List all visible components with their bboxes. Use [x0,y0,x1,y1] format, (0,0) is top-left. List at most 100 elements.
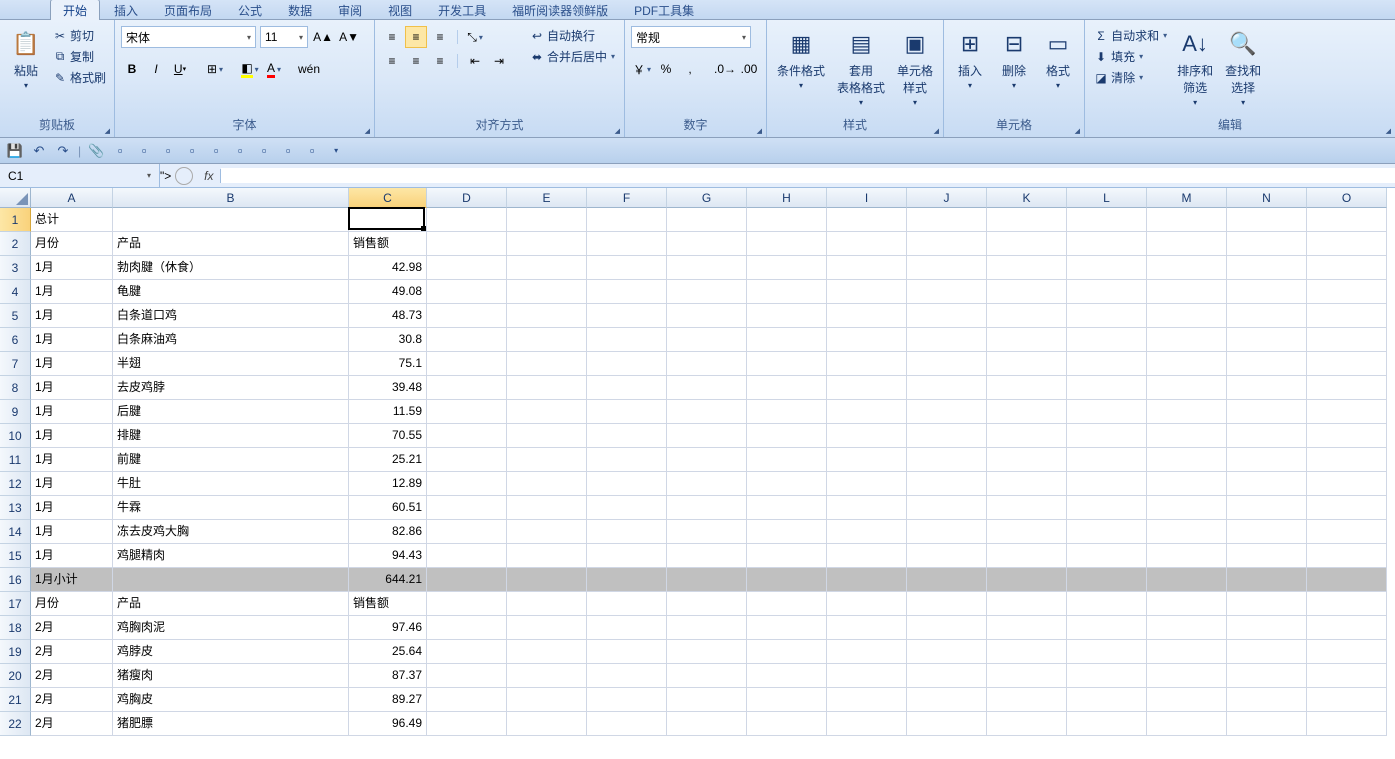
cell-K13[interactable] [987,496,1067,520]
cell-E11[interactable] [507,448,587,472]
cell-D5[interactable] [427,304,507,328]
cell-M22[interactable] [1147,712,1227,736]
qat-btn-7[interactable]: ▫ [279,142,297,160]
cell-D4[interactable] [427,280,507,304]
cell-B11[interactable]: 前腱 [113,448,349,472]
cell-M12[interactable] [1147,472,1227,496]
cell-B13[interactable]: 牛霖 [113,496,349,520]
cell-I11[interactable] [827,448,907,472]
cell-D19[interactable] [427,640,507,664]
cell-O5[interactable] [1307,304,1387,328]
cell-D6[interactable] [427,328,507,352]
cell-K9[interactable] [987,400,1067,424]
cell-G8[interactable] [667,376,747,400]
cell-N13[interactable] [1227,496,1307,520]
cell-B16[interactable] [113,568,349,592]
cell-L8[interactable] [1067,376,1147,400]
col-header-C[interactable]: C [349,188,427,208]
cell-A6[interactable]: 1月 [31,328,113,352]
cell-L13[interactable] [1067,496,1147,520]
cell-D20[interactable] [427,664,507,688]
cell-E3[interactable] [507,256,587,280]
cell-G12[interactable] [667,472,747,496]
cell-L9[interactable] [1067,400,1147,424]
qat-btn-1[interactable]: ▫ [135,142,153,160]
cell-N7[interactable] [1227,352,1307,376]
cell-E2[interactable] [507,232,587,256]
sort-filter-button[interactable]: A↓排序和 筛选▾ [1173,26,1217,109]
copy-button[interactable]: ⧉复制 [50,47,108,66]
cell-L10[interactable] [1067,424,1147,448]
row-header-5[interactable]: 5 [0,304,31,328]
cell-J4[interactable] [907,280,987,304]
cell-A12[interactable]: 1月 [31,472,113,496]
cell-F3[interactable] [587,256,667,280]
cell-H13[interactable] [747,496,827,520]
cell-styles-button[interactable]: ▣单元格 样式▾ [893,26,937,109]
cell-F18[interactable] [587,616,667,640]
tab-公式[interactable]: 公式 [226,0,274,20]
col-header-O[interactable]: O [1307,188,1387,208]
cell-I16[interactable] [827,568,907,592]
cell-A5[interactable]: 1月 [31,304,113,328]
table-format-button[interactable]: ▤套用 表格格式▾ [833,26,889,109]
cell-C5[interactable]: 48.73 [349,304,427,328]
cell-J22[interactable] [907,712,987,736]
cell-O9[interactable] [1307,400,1387,424]
cell-C6[interactable]: 30.8 [349,328,427,352]
bold-button[interactable]: B [121,58,143,80]
row-header-10[interactable]: 10 [0,424,31,448]
cell-I20[interactable] [827,664,907,688]
cell-C21[interactable]: 89.27 [349,688,427,712]
cell-B9[interactable]: 后腱 [113,400,349,424]
cell-I9[interactable] [827,400,907,424]
cell-C16[interactable]: 644.21 [349,568,427,592]
col-header-N[interactable]: N [1227,188,1307,208]
cell-B5[interactable]: 白条道口鸡 [113,304,349,328]
cell-A14[interactable]: 1月 [31,520,113,544]
cell-M20[interactable] [1147,664,1227,688]
cell-H9[interactable] [747,400,827,424]
cell-G20[interactable] [667,664,747,688]
cell-B17[interactable]: 产品 [113,592,349,616]
col-header-E[interactable]: E [507,188,587,208]
cell-E14[interactable] [507,520,587,544]
cell-D12[interactable] [427,472,507,496]
row-header-8[interactable]: 8 [0,376,31,400]
cell-L7[interactable] [1067,352,1147,376]
cell-G15[interactable] [667,544,747,568]
number-format-select[interactable]: 常规▾ [631,26,751,48]
cell-D13[interactable] [427,496,507,520]
cell-I6[interactable] [827,328,907,352]
cell-F16[interactable] [587,568,667,592]
cell-D2[interactable] [427,232,507,256]
cell-J20[interactable] [907,664,987,688]
cell-M6[interactable] [1147,328,1227,352]
find-select-button[interactable]: 🔍查找和 选择▾ [1221,26,1265,109]
cell-H10[interactable] [747,424,827,448]
cell-K2[interactable] [987,232,1067,256]
cell-E6[interactable] [507,328,587,352]
row-header-1[interactable]: 1 [0,208,31,232]
delete-cells-button[interactable]: ⊟删除▾ [994,26,1034,92]
cell-L17[interactable] [1067,592,1147,616]
cell-H15[interactable] [747,544,827,568]
row-header-19[interactable]: 19 [0,640,31,664]
cell-H12[interactable] [747,472,827,496]
col-header-I[interactable]: I [827,188,907,208]
cell-J8[interactable] [907,376,987,400]
cell-N17[interactable] [1227,592,1307,616]
cell-E17[interactable] [507,592,587,616]
cell-G19[interactable] [667,640,747,664]
cell-E8[interactable] [507,376,587,400]
col-header-K[interactable]: K [987,188,1067,208]
qat-btn-8[interactable]: ▫ [303,142,321,160]
indent-dec-button[interactable]: ⇤ [464,50,486,72]
cell-A10[interactable]: 1月 [31,424,113,448]
cell-B1[interactable] [113,208,349,232]
cell-D11[interactable] [427,448,507,472]
row-header-20[interactable]: 20 [0,664,31,688]
clear-button[interactable]: ◪清除 [1091,68,1169,87]
row-header-13[interactable]: 13 [0,496,31,520]
cell-G14[interactable] [667,520,747,544]
